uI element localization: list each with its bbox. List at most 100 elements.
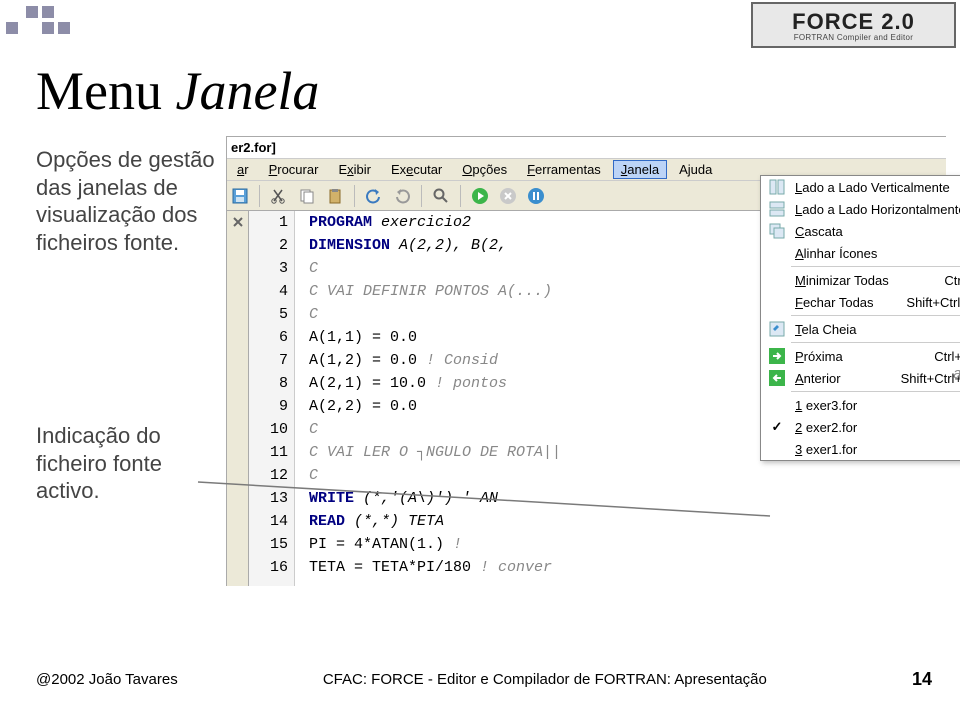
menu-item-ar[interactable]: ar bbox=[229, 160, 257, 179]
window-title-fragment: er2.for] bbox=[227, 137, 946, 159]
menu-item-lado-a-lado-verticalmente[interactable]: Lado a Lado Verticalmente bbox=[761, 176, 960, 198]
run-icon[interactable] bbox=[469, 185, 491, 207]
slide-title-plain: Menu bbox=[36, 61, 175, 121]
toolbar-separator bbox=[460, 185, 461, 207]
cascade-icon bbox=[765, 220, 789, 242]
janela-menu-dropdown[interactable]: Lado a Lado Verticalmente Lado a Lado Hor… bbox=[760, 175, 960, 461]
menu-item-pr-xima[interactable]: PróximaCtrl+Tab bbox=[761, 345, 960, 367]
menu-item-exibir[interactable]: Exibir bbox=[330, 160, 379, 179]
code-line[interactable]: C bbox=[309, 464, 946, 487]
line-number: 15 bbox=[249, 533, 288, 556]
line-number: 5 bbox=[249, 303, 288, 326]
side-panel-close[interactable] bbox=[227, 211, 249, 586]
menu-item-opções[interactable]: Opções bbox=[454, 160, 515, 179]
undo-icon[interactable] bbox=[363, 185, 385, 207]
line-number: 11 bbox=[249, 441, 288, 464]
toolbar-separator bbox=[354, 185, 355, 207]
line-number: 13 bbox=[249, 487, 288, 510]
prev-icon bbox=[765, 367, 789, 389]
menu-item-cascata[interactable]: Cascata bbox=[761, 220, 960, 242]
footer-title: CFAC: FORCE - Editor e Compilador de FOR… bbox=[178, 671, 912, 688]
copy-icon[interactable] bbox=[296, 185, 318, 207]
menu-item-ferramentas[interactable]: Ferramentas bbox=[519, 160, 609, 179]
blank-icon bbox=[765, 394, 789, 416]
menu-item-alinhar-cones[interactable]: Alinhar Ícones bbox=[761, 242, 960, 264]
menu-item-label: Fechar Todas bbox=[793, 295, 898, 310]
footer-author: @2002 João Tavares bbox=[36, 671, 178, 688]
line-number: 3 bbox=[249, 257, 288, 280]
pause-icon[interactable] bbox=[525, 185, 547, 207]
menu-item-label: 1 exer3.for bbox=[793, 398, 960, 413]
menu-item-label: Lado a Lado Horizontalmente bbox=[793, 202, 960, 217]
menu-item-ajuda[interactable]: Ajuda bbox=[671, 160, 720, 179]
menu-item-3-exer1-for[interactable]: 3 exer1.for bbox=[761, 438, 960, 460]
line-number: 4 bbox=[249, 280, 288, 303]
menu-item-lado-a-lado-horizontalmente[interactable]: Lado a Lado Horizontalmente bbox=[761, 198, 960, 220]
line-number: 10 bbox=[249, 418, 288, 441]
description-1: Opções de gestão das janelas de visualiz… bbox=[36, 146, 221, 256]
menu-item-label: 2 exer2.for bbox=[793, 420, 960, 435]
description-2: Indicação do ficheiro fonte activo. bbox=[36, 422, 221, 505]
clipped-editor-text: a bbox=[953, 366, 960, 383]
slide-deco-squares bbox=[6, 6, 96, 36]
check-icon: ✓ bbox=[765, 416, 789, 438]
menu-item-procurar[interactable]: Procurar bbox=[261, 160, 327, 179]
menu-item-shortcut: Shift+Ctrl+F4 bbox=[898, 295, 960, 310]
menu-item-1-exer3-for[interactable]: 1 exer3.for bbox=[761, 394, 960, 416]
menu-item-shortcut: Ctrl+Tab bbox=[926, 349, 960, 364]
line-number: 2 bbox=[249, 234, 288, 257]
menu-item-2-exer2-for[interactable]: ✓ 2 exer2.for bbox=[761, 416, 960, 438]
slide-title-italic: Janela bbox=[175, 61, 319, 121]
menu-item-fechar-todas[interactable]: Fechar TodasShift+Ctrl+F4 bbox=[761, 291, 960, 313]
paste-icon[interactable] bbox=[324, 185, 346, 207]
menu-item-label: 3 exer1.for bbox=[793, 442, 960, 457]
line-number: 9 bbox=[249, 395, 288, 418]
slide-footer: @2002 João Tavares CFAC: FORCE - Editor … bbox=[36, 669, 932, 690]
menu-separator bbox=[791, 391, 960, 392]
next-icon bbox=[765, 345, 789, 367]
menu-item-tela-cheia[interactable]: Tela CheiaF12 bbox=[761, 318, 960, 340]
menu-separator bbox=[791, 342, 960, 343]
tile-h-icon bbox=[765, 198, 789, 220]
menu-item-label: Minimizar Todas bbox=[793, 273, 936, 288]
line-number: 8 bbox=[249, 372, 288, 395]
footer-page: 14 bbox=[912, 669, 932, 690]
menu-item-label: Lado a Lado Verticalmente bbox=[793, 180, 960, 195]
code-line[interactable]: TETA = TETA*PI/180 ! conver bbox=[309, 556, 946, 579]
slide-title: Menu Janela bbox=[36, 60, 319, 122]
cut-icon[interactable] bbox=[268, 185, 290, 207]
menu-item-janela[interactable]: Janela bbox=[613, 160, 667, 179]
menu-separator bbox=[791, 315, 960, 316]
line-number: 1 bbox=[249, 211, 288, 234]
code-line[interactable]: WRITE (*,'(A\)') ' AN bbox=[309, 487, 946, 510]
menu-item-label: Próxima bbox=[793, 349, 926, 364]
menu-item-label: Tela Cheia bbox=[793, 322, 953, 337]
menu-item-label: Cascata bbox=[793, 224, 960, 239]
toolbar-separator bbox=[421, 185, 422, 207]
tile-v-icon bbox=[765, 176, 789, 198]
menu-item-shortcut: Shift+Ctrl+Tab bbox=[893, 371, 960, 386]
menu-separator bbox=[791, 266, 960, 267]
code-line[interactable]: PI = 4*ATAN(1.) ! bbox=[309, 533, 946, 556]
menu-item-shortcut: F12 bbox=[953, 322, 960, 337]
blank-icon bbox=[765, 291, 789, 313]
menu-item-label: Anterior bbox=[793, 371, 893, 386]
redo-icon[interactable] bbox=[391, 185, 413, 207]
blank-icon bbox=[765, 438, 789, 460]
logo-main-text: FORCE 2.0 bbox=[792, 9, 915, 35]
logo-sub-text: FORTRAN Compiler and Editor bbox=[794, 33, 914, 42]
search-icon[interactable] bbox=[430, 185, 452, 207]
menu-item-anterior[interactable]: AnteriorShift+Ctrl+Tab bbox=[761, 367, 960, 389]
menu-item-executar[interactable]: Executar bbox=[383, 160, 450, 179]
code-line[interactable]: READ (*,*) TETA bbox=[309, 510, 946, 533]
blank-icon bbox=[765, 269, 789, 291]
force-logo: FORCE 2.0 FORTRAN Compiler and Editor bbox=[751, 2, 956, 48]
line-number-gutter: 12345678910111213141516 bbox=[249, 211, 295, 586]
stop-icon[interactable] bbox=[497, 185, 519, 207]
menu-item-label: Alinhar Ícones bbox=[793, 246, 960, 261]
menu-item-minimizar-todas[interactable]: Minimizar TodasCtrl+M bbox=[761, 269, 960, 291]
line-number: 12 bbox=[249, 464, 288, 487]
line-number: 14 bbox=[249, 510, 288, 533]
save-icon[interactable] bbox=[229, 185, 251, 207]
line-number: 16 bbox=[249, 556, 288, 579]
